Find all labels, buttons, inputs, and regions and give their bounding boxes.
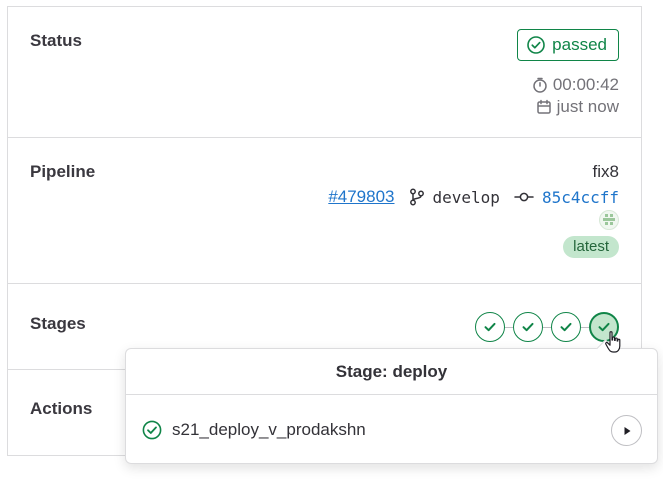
status-success-icon <box>484 322 496 332</box>
pipeline-id-link[interactable]: #479803 <box>328 187 394 207</box>
job-row[interactable]: s21_deploy_v_prodakshn <box>126 395 657 465</box>
stage-3-button[interactable] <box>551 312 581 342</box>
pipeline-details: #479803 develop 85c4ccff <box>328 187 619 207</box>
status-success-icon <box>522 322 534 332</box>
calendar-icon <box>536 99 551 114</box>
finished-text: just now <box>556 97 619 116</box>
hand-cursor-icon <box>605 331 621 353</box>
stages-graph <box>475 312 619 342</box>
pipeline-section: Pipeline fix8 #479803 develop 85c4ccff l… <box>8 138 641 284</box>
avatar[interactable] <box>599 210 619 230</box>
branch-name[interactable]: develop <box>433 188 500 207</box>
latest-badge: latest <box>563 236 619 258</box>
stages-label: Stages <box>30 314 86 333</box>
commit-sha-link[interactable]: 85c4ccff <box>542 188 619 207</box>
stage-connector <box>543 326 551 328</box>
status-label: Status <box>30 31 82 50</box>
finished-line: just now <box>536 97 619 117</box>
pipeline-name: fix8 <box>592 162 619 181</box>
branch-icon <box>409 188 424 206</box>
play-button[interactable] <box>611 415 642 446</box>
duration-line: 00:00:42 <box>532 75 619 95</box>
status-badge-text: passed <box>552 35 607 54</box>
status-section: Status passed 00:00:42 just now <box>8 7 641 138</box>
stage-connector <box>505 326 513 328</box>
commit-icon <box>514 192 534 202</box>
pipeline-label: Pipeline <box>30 162 96 181</box>
status-success-icon <box>560 322 572 332</box>
status-badge[interactable]: passed <box>517 29 619 61</box>
stage-connector <box>581 326 589 328</box>
job-name[interactable]: s21_deploy_v_prodakshn <box>172 420 366 440</box>
stage-dropdown: Stage: deploy s21_deploy_v_prodakshn <box>125 339 658 465</box>
stage-2-button[interactable] <box>513 312 543 342</box>
status-success-icon <box>527 36 545 54</box>
stage-1-button[interactable] <box>475 312 505 342</box>
play-icon <box>624 426 630 435</box>
actions-label: Actions <box>30 399 93 418</box>
duration-text: 00:00:42 <box>552 75 619 94</box>
timer-icon <box>533 77 547 93</box>
status-success-icon <box>142 420 162 440</box>
stage-dropdown-title: Stage: deploy <box>126 349 657 395</box>
